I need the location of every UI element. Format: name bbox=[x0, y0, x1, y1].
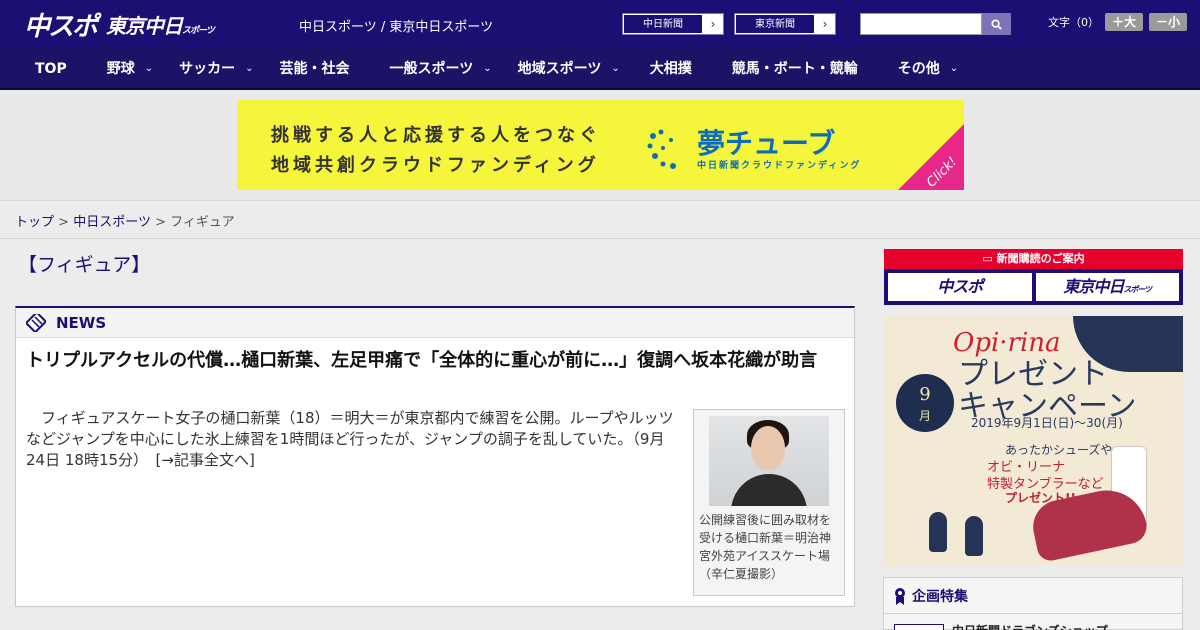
ad-month: 9 bbox=[919, 384, 931, 405]
chevron-down-icon: ⌄ bbox=[949, 63, 959, 74]
subscription-box: ▭ 新聞購読のご案内 中スポ 東京中日スポーツ bbox=[884, 249, 1183, 305]
moon-icon: 9月 bbox=[896, 374, 954, 432]
logo-tokyo-chunichi: 東京中日スポーツ bbox=[106, 10, 215, 39]
search-input[interactable] bbox=[860, 13, 982, 35]
nav-item-top[interactable]: TOP bbox=[35, 48, 67, 90]
chevron-down-icon: ⌄ bbox=[245, 63, 254, 74]
ad-gift-line-2: オビ・リーナ 特製タンブラーなど bbox=[987, 460, 1104, 492]
nav-label: 野球 bbox=[106, 61, 135, 77]
news-article: フィギュアスケート女子の樋口新葉（18）＝明大＝が東京都内で練習を公開。ループや… bbox=[26, 408, 678, 471]
nav-item-sumo[interactable]: 大相撲 bbox=[650, 48, 692, 90]
breadcrumb-top-link[interactable]: トップ bbox=[15, 215, 54, 230]
dots-logo-icon bbox=[647, 129, 676, 169]
search-icon bbox=[991, 18, 1002, 30]
photo-figure-body bbox=[731, 474, 807, 506]
logo-tokyo-text: 東京中日 bbox=[106, 13, 183, 38]
news-section-title: NEWS bbox=[56, 313, 107, 332]
nav-item-local-sports[interactable]: 地域スポーツ ⌄ bbox=[518, 48, 620, 90]
nav-item-general-sports[interactable]: 一般スポーツ ⌄ bbox=[390, 48, 492, 90]
divider bbox=[0, 238, 1200, 239]
subscribe-tokyo-button[interactable]: 東京中日スポーツ bbox=[1035, 273, 1179, 301]
header-site-links[interactable]: 中日スポーツ / 東京中日スポーツ bbox=[299, 16, 493, 35]
subscribe-tokyo-text: 東京中日 bbox=[1063, 277, 1124, 296]
photo-caption: 公開練習後に囲み取材を受ける樋口新葉＝明治神宮外苑アイススケート場（辛仁夏撮影） bbox=[699, 513, 832, 581]
nav-label: 競馬・ボート・競輪 bbox=[731, 61, 858, 77]
site-button-label: 中日新聞 bbox=[623, 14, 703, 34]
nav-label: 地域スポーツ bbox=[517, 61, 602, 77]
banner-brand: 夢チューブ bbox=[697, 127, 836, 160]
nav-label: 一般スポーツ bbox=[389, 61, 474, 77]
news-icon bbox=[26, 313, 46, 332]
subscription-title-text: 新聞購読のご案内 bbox=[996, 252, 1085, 265]
nav-label: 芸能・社会 bbox=[279, 61, 350, 77]
font-smaller-button[interactable]: －小 bbox=[1149, 13, 1187, 31]
chevron-down-icon: ⌄ bbox=[483, 63, 492, 74]
nav-item-entertainment[interactable]: 芸能・社会 bbox=[280, 48, 350, 90]
tokyo-shimbun-button[interactable]: 東京新聞 › bbox=[734, 13, 836, 35]
page-title: 【フィギュア】 bbox=[18, 254, 151, 276]
special-features-title: 企画特集 bbox=[912, 588, 968, 605]
ribbon-icon bbox=[895, 587, 905, 605]
banner-line-2: 地域共創クラウドファンディング bbox=[271, 155, 600, 176]
search-form bbox=[860, 13, 1011, 35]
nav-label: サッカー bbox=[179, 61, 236, 77]
chunichi-shimbun-button[interactable]: 中日新聞 › bbox=[622, 13, 724, 35]
nav-item-baseball[interactable]: 野球 ⌄ bbox=[107, 48, 153, 90]
site-logo[interactable]: 中スポ 東京中日スポーツ bbox=[24, 7, 215, 42]
feature-thumbnail bbox=[894, 623, 944, 630]
news-section-header: NEWS bbox=[16, 308, 854, 338]
banner-line-1: 挑戦する人と応援する人をつなぐ bbox=[271, 125, 601, 146]
chevron-right-icon: › bbox=[822, 17, 828, 31]
logo-chuspo: 中スポ bbox=[24, 11, 98, 42]
search-button[interactable] bbox=[982, 13, 1011, 35]
ad-gift-line-1: あったかシューズや bbox=[1005, 443, 1113, 457]
logo-tokyo-small: スポーツ bbox=[182, 25, 215, 36]
photo-figure-face bbox=[751, 426, 785, 470]
rabbit-icon bbox=[965, 516, 983, 556]
special-feature-item[interactable]: 中日新聞ドラゴンズショップ bbox=[894, 622, 1108, 630]
news-photo: 公開練習後に囲み取材を受ける樋口新葉＝明治神宮外苑アイススケート場（辛仁夏撮影） bbox=[693, 409, 845, 596]
nav-label: TOP bbox=[35, 61, 67, 77]
rabbit-icon bbox=[929, 512, 947, 552]
chevron-down-icon: ⌄ bbox=[611, 63, 620, 74]
ad-month-unit: 月 bbox=[918, 409, 931, 423]
chevron-right-icon: › bbox=[710, 17, 716, 31]
font-larger-button[interactable]: ＋大 bbox=[1105, 13, 1143, 31]
read-more-link[interactable]: [→記事全文へ] bbox=[156, 451, 255, 469]
breadcrumb-chunichi-sports-link[interactable]: 中日スポーツ bbox=[73, 215, 151, 230]
subscription-title: ▭ 新聞購読のご案内 bbox=[884, 249, 1183, 269]
special-features-box: 企画特集 中日新聞ドラゴンズショップ bbox=[883, 577, 1183, 630]
subscription-buttons: 中スポ 東京中日スポーツ bbox=[884, 269, 1183, 305]
crowdfunding-banner[interactable]: 挑戦する人と応援する人をつなぐ 地域共創クラウドファンディング 夢チューブ 中日… bbox=[237, 100, 964, 190]
feature-label: 中日新聞ドラゴンズショップ bbox=[952, 622, 1108, 630]
subscribe-chuspo-button[interactable]: 中スポ bbox=[888, 273, 1032, 301]
news-box: NEWS トリプルアクセルの代償…樋口新葉、左足甲痛で「全体的に重心が前に…」復… bbox=[15, 306, 855, 607]
site-button-label: 東京新聞 bbox=[735, 14, 815, 34]
nav-item-soccer[interactable]: サッカー ⌄ bbox=[179, 48, 253, 90]
article-body-text: フィギュアスケート女子の樋口新葉（18）＝明大＝が東京都内で練習を公開。ループや… bbox=[26, 409, 674, 469]
breadcrumb: トップ > 中日スポーツ > フィギュア bbox=[15, 211, 235, 230]
article-body: フィギュアスケート女子の樋口新葉（18）＝明大＝が東京都内で練習を公開。ループや… bbox=[26, 409, 674, 469]
breadcrumb-separator: > bbox=[58, 215, 70, 230]
special-features-header: 企画特集 bbox=[884, 578, 1182, 614]
subscribe-tokyo-small: スポーツ bbox=[1123, 285, 1152, 294]
nav-item-racing[interactable]: 競馬・ボート・競輪 bbox=[732, 48, 858, 90]
font-size-label: 文字（0） bbox=[1048, 16, 1099, 29]
breadcrumb-current: フィギュア bbox=[170, 215, 235, 230]
site-header: 中スポ 東京中日スポーツ 中日スポーツ / 東京中日スポーツ 中日新聞 › 東京… bbox=[0, 0, 1200, 48]
nav-label: 大相撲 bbox=[649, 61, 692, 77]
main-nav: TOP 野球 ⌄ サッカー ⌄ 芸能・社会 一般スポーツ ⌄ 地域スポーツ ⌄ 大相撲 … bbox=[0, 48, 1200, 90]
nav-label: その他 bbox=[897, 61, 940, 77]
breadcrumb-separator: > bbox=[155, 215, 166, 230]
newspaper-icon: ▭ bbox=[982, 252, 997, 265]
font-size-control: 文字（0） ＋大 －小 bbox=[1048, 13, 1187, 31]
news-headline[interactable]: トリプルアクセルの代償…樋口新葉、左足甲痛で「全体的に重心が前に…」復調へ坂本花… bbox=[26, 348, 846, 373]
banner-area: 挑戦する人と応援する人をつなぐ 地域共創クラウドファンディング 夢チューブ 中日… bbox=[0, 90, 1200, 201]
chevron-down-icon: ⌄ bbox=[144, 63, 154, 74]
photo-image[interactable] bbox=[709, 416, 829, 506]
nav-item-other[interactable]: その他 ⌄ bbox=[898, 48, 958, 90]
banner-subtitle: 中日新聞クラウドファンディング bbox=[697, 161, 862, 171]
ad-date: 2019年9月1日(日)〜30(月) bbox=[971, 416, 1123, 430]
campaign-ad[interactable]: Opi·rina プレゼント キャンペーン 9月 2019年9月1日(日)〜30… bbox=[883, 316, 1183, 566]
